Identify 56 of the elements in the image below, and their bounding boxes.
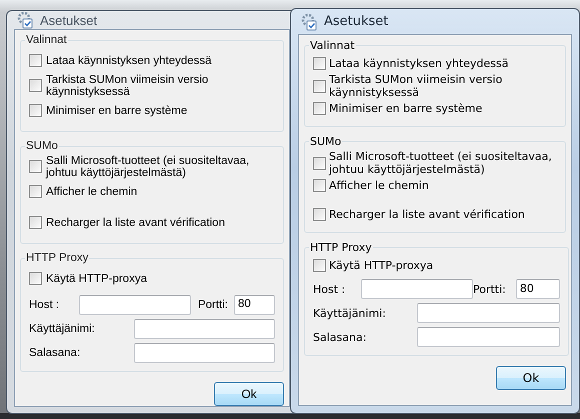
checkbox[interactable]	[29, 216, 42, 229]
checkbox[interactable]	[313, 80, 326, 92]
port-field[interactable]: 80	[234, 295, 275, 315]
checkbox[interactable]	[29, 104, 42, 117]
checkbox[interactable]	[313, 156, 326, 170]
checkbox-label[interactable]: Salli Microsoft-tuotteet (ei suositeltavaa, johtuu käyttöjärjestelmästä)	[329, 150, 557, 176]
username-field[interactable]	[134, 319, 275, 339]
group-title: Valinnat	[25, 34, 68, 46]
checkbox-label[interactable]: Afficher le chemin	[46, 186, 138, 198]
host-field[interactable]	[361, 279, 473, 299]
group-title: SUMo	[25, 140, 59, 152]
settings-icon	[300, 12, 318, 30]
field-label: Host :	[313, 282, 346, 296]
field-label: Portti:	[473, 282, 506, 296]
checkbox[interactable]	[29, 79, 42, 92]
field-label: Käyttäjänimi:	[29, 323, 96, 335]
checkbox[interactable]	[313, 57, 326, 70]
window-title: Asetukset	[324, 14, 388, 29]
checkbox-label[interactable]: Minimiser en barre système	[46, 104, 188, 116]
checkbox-label[interactable]: Tarkista SUMon viimeisin versio käynnistyksessä	[329, 73, 557, 99]
checkbox-label[interactable]: Recharger la liste avant vérification	[329, 208, 525, 221]
checkbox[interactable]	[313, 259, 326, 272]
field-label: Portti:	[198, 299, 228, 311]
group-title: HTTP Proxy	[25, 252, 90, 264]
field-label: Salasana:	[313, 330, 368, 344]
ok-button[interactable]: Ok	[214, 382, 284, 406]
checkbox[interactable]	[313, 208, 326, 221]
group-title: SUMo	[309, 135, 342, 148]
checkbox[interactable]	[313, 179, 326, 192]
checkbox-label[interactable]: Lataa käynnistyksen yhteydessä	[329, 57, 509, 70]
checkbox-label[interactable]: Tarkista SUMon viimeisin versio käynnistyksessä	[46, 74, 275, 98]
field-label: Käyttäjänimi:	[313, 306, 387, 320]
group-title: HTTP Proxy	[309, 241, 373, 254]
field-label: Host :	[29, 299, 60, 311]
checkbox[interactable]	[313, 102, 326, 115]
checkbox[interactable]	[29, 185, 42, 198]
checkbox-label[interactable]: Käytä HTTP-proxya	[46, 272, 147, 284]
host-field[interactable]	[79, 295, 191, 315]
password-field[interactable]	[417, 327, 560, 347]
field-label: Salasana:	[29, 347, 82, 359]
checkbox[interactable]	[29, 160, 42, 173]
settings-icon	[16, 11, 34, 29]
username-field[interactable]	[417, 303, 560, 323]
checkbox[interactable]	[29, 54, 42, 67]
checkbox-label[interactable]: Salli Microsoft-tuotteet (ei suositeltavaa, johtuu käyttöjärjestelmästä)	[46, 154, 275, 178]
group-title: Valinnat	[309, 39, 356, 52]
checkbox-label[interactable]: Käytä HTTP-proxya	[329, 259, 434, 272]
window-title: Asetukset	[40, 12, 98, 28]
checkbox-label[interactable]: Afficher le chemin	[329, 179, 429, 192]
ok-button[interactable]: Ok	[496, 366, 566, 390]
checkbox-label[interactable]: Recharger la liste avant vérification	[46, 216, 225, 228]
port-field[interactable]: 80	[516, 279, 560, 299]
checkbox-label[interactable]: Lataa käynnistyksen yhteydessä	[46, 54, 212, 66]
checkbox[interactable]	[29, 272, 42, 285]
checkbox-label[interactable]: Minimiser en barre système	[329, 102, 482, 115]
password-field[interactable]	[134, 343, 275, 363]
